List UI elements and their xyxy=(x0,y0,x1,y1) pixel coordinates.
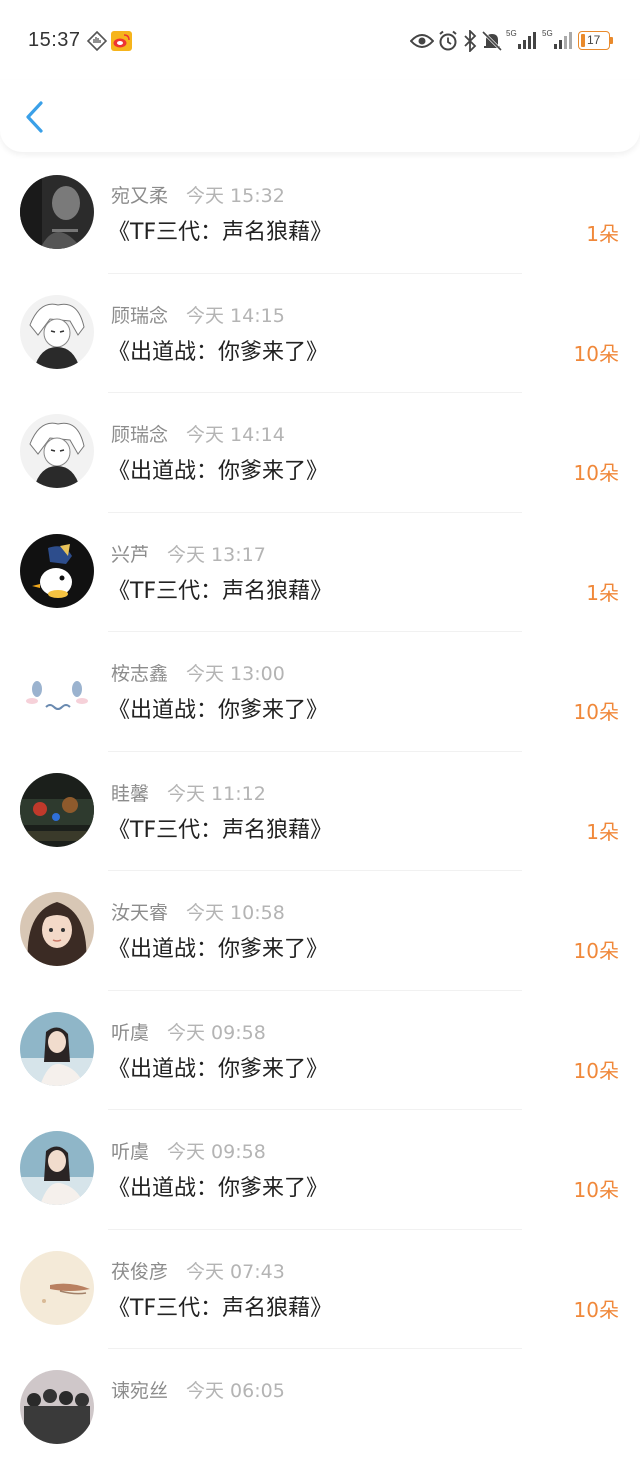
avatar[interactable] xyxy=(20,1011,94,1086)
username: 兴芦 xyxy=(111,543,150,566)
battery-level: 17 xyxy=(587,33,601,47)
alarm-icon xyxy=(439,30,457,51)
list-item[interactable]: 谏宛丝 今天 06:05 xyxy=(0,1349,640,1469)
back-button[interactable] xyxy=(18,98,52,136)
avatar[interactable] xyxy=(20,533,94,608)
bluetooth-icon xyxy=(464,30,477,52)
timestamp: 今天 14:15 xyxy=(186,304,285,327)
gift-title: 《出道战：你爹来了》 xyxy=(108,339,329,365)
username: 汝天睿 xyxy=(111,902,169,924)
header xyxy=(0,80,640,152)
status-time: 15:37 xyxy=(28,29,81,51)
username: 桉志鑫 xyxy=(111,663,169,685)
gift-count: 1朵 xyxy=(586,819,619,844)
gift-title: 《出道战：你爹来了》 xyxy=(108,937,329,962)
list-item[interactable]: 茯俊彦 今天 07:43 《TF三代：声名狼藉》 10朵 xyxy=(0,1230,640,1349)
avatar[interactable] xyxy=(20,892,94,966)
list-item[interactable]: 宛又柔 今天 15:32 《TF三代：声名狼藉》 1朵 xyxy=(0,154,640,274)
avatar-image xyxy=(20,1250,94,1325)
gift-title: 《TF三代：声名狼藉》 xyxy=(108,1295,333,1321)
timestamp: 今天 11:12 xyxy=(167,782,266,805)
username: 谏宛丝 xyxy=(111,1380,169,1402)
avatar[interactable] xyxy=(20,772,94,847)
list-item[interactable]: 听虞 今天 09:58 《出道战：你爹来了》 10朵 xyxy=(0,1110,640,1230)
signal-1: 5G xyxy=(506,29,540,51)
timestamp: 今天 13:00 xyxy=(186,663,285,685)
gift-title: 《TF三代：声名狼藉》 xyxy=(108,817,333,843)
signal-2: 5G xyxy=(542,29,576,51)
gift-count: 10朵 xyxy=(573,939,619,963)
avatar[interactable] xyxy=(20,414,94,488)
avatar[interactable] xyxy=(20,653,94,727)
avatar-image xyxy=(20,533,94,608)
avatar[interactable] xyxy=(20,294,94,369)
timestamp: 今天 09:58 xyxy=(167,1021,266,1044)
timestamp: 今天 09:58 xyxy=(167,1141,266,1163)
battery: 17 xyxy=(578,31,613,50)
gift-count: 1朵 xyxy=(586,580,619,605)
gift-title: 《出道战：你爹来了》 xyxy=(108,1056,329,1082)
signal-2-bars-icon xyxy=(554,32,572,49)
mute-bell-icon xyxy=(482,30,502,52)
chevron-left-icon xyxy=(26,101,43,133)
timestamp: 今天 14:14 xyxy=(186,424,285,446)
list-item[interactable]: 汝天睿 今天 10:58 《出道战：你爹来了》 10朵 xyxy=(0,871,640,991)
avatar-image xyxy=(20,414,94,488)
gift-count: 10朵 xyxy=(573,700,619,724)
avatar-image xyxy=(20,772,94,847)
signal-2-label: 5G xyxy=(542,29,553,38)
gift-title: 《出道战：你爹来了》 xyxy=(108,698,329,723)
avatar[interactable] xyxy=(20,1250,94,1325)
avatar-image xyxy=(20,294,94,369)
username: 顾瑞念 xyxy=(111,304,169,327)
avatar-image xyxy=(20,892,94,966)
signal-1-label: 5G xyxy=(506,29,517,38)
weibo-icon xyxy=(111,31,132,51)
gift-title: 《TF三代：声名狼藉》 xyxy=(108,220,333,245)
gift-count: 10朵 xyxy=(573,1058,619,1083)
username: 茯俊彦 xyxy=(111,1260,169,1283)
timestamp: 今天 10:58 xyxy=(186,902,285,924)
gift-title: 《出道战：你爹来了》 xyxy=(108,1176,329,1201)
gift-record-list: 宛又柔 今天 15:32 《TF三代：声名狼藉》 1朵 顾瑞念 今天 14:15 《… xyxy=(0,154,640,1469)
timestamp: 今天 15:32 xyxy=(186,185,285,207)
avatar-image xyxy=(20,1131,94,1205)
avatar-image xyxy=(20,1011,94,1086)
gift-count: 10朵 xyxy=(573,1178,619,1202)
avatar[interactable] xyxy=(20,1131,94,1205)
eye-icon xyxy=(410,34,434,48)
list-item[interactable]: 眭馨 今天 11:12 《TF三代：声名狼藉》 1朵 xyxy=(0,752,640,871)
timestamp: 今天 13:17 xyxy=(167,543,266,566)
gift-title: 《出道战：你爹来了》 xyxy=(108,459,329,484)
username: 眭馨 xyxy=(111,782,150,805)
timestamp: 今天 06:05 xyxy=(186,1380,285,1402)
gesture-icon xyxy=(86,31,108,51)
list-item[interactable]: 听虞 今天 09:58 《出道战：你爹来了》 10朵 xyxy=(0,991,640,1110)
gift-count: 1朵 xyxy=(586,222,619,246)
timestamp: 今天 07:43 xyxy=(186,1260,285,1283)
list-item[interactable]: 顾瑞念 今天 14:14 《出道战：你爹来了》 10朵 xyxy=(0,393,640,513)
avatar[interactable] xyxy=(20,1370,94,1444)
avatar-image xyxy=(20,653,94,727)
list-item[interactable]: 顾瑞念 今天 14:15 《出道战：你爹来了》 10朵 xyxy=(0,274,640,393)
list-item[interactable]: 桉志鑫 今天 13:00 《出道战：你爹来了》 10朵 xyxy=(0,632,640,752)
gift-count: 10朵 xyxy=(573,1297,619,1322)
signal-1-bars-icon xyxy=(518,32,536,49)
username: 宛又柔 xyxy=(111,185,169,207)
list-item[interactable]: 兴芦 今天 13:17 《TF三代：声名狼藉》 1朵 xyxy=(0,513,640,632)
username: 顾瑞念 xyxy=(111,424,169,446)
username: 听虞 xyxy=(111,1141,150,1163)
status-bar: 15:37 5G 5G 17 xyxy=(0,0,640,80)
gift-title: 《TF三代：声名狼藉》 xyxy=(108,578,333,604)
username: 听虞 xyxy=(111,1021,150,1044)
avatar-image xyxy=(20,1370,94,1444)
gift-count: 10朵 xyxy=(573,461,619,485)
avatar-image xyxy=(20,175,94,249)
avatar[interactable] xyxy=(20,175,94,249)
gift-count: 10朵 xyxy=(573,341,619,366)
